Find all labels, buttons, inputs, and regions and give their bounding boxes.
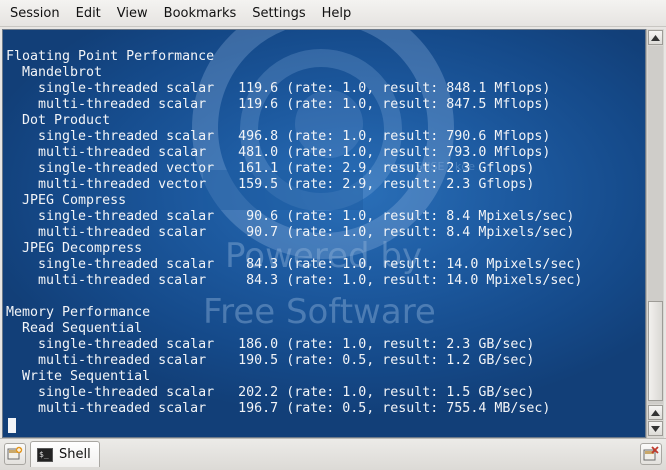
terminal-line: single-threaded scalar 90.6 (rate: 1.0, … [6,209,575,224]
scroll-up-button[interactable] [648,30,663,45]
terminal-line: multi-threaded scalar 190.5 (rate: 0.5, … [6,353,535,368]
new-tab-button[interactable] [4,443,26,465]
arrow-down-icon [651,425,660,432]
terminal-line: multi-threaded scalar 119.6 (rate: 1.0, … [6,97,551,112]
menu-settings[interactable]: Settings [244,0,313,27]
tab-shell[interactable]: $_ Shell [30,441,100,467]
terminal-line: single-threaded scalar 84.3 (rate: 1.0, … [6,257,583,272]
terminal-line: single-threaded vector 161.1 (rate: 2.9,… [6,161,535,176]
menu-help[interactable]: Help [314,0,360,27]
menu-edit[interactable]: Edit [68,0,109,27]
terminal-line: Read Sequential [6,321,143,336]
tab-bar: $_ Shell [0,438,666,470]
terminal-line: single-threaded scalar 186.0 (rate: 1.0,… [6,337,535,352]
menubar: Session Edit View Bookmarks Settings Hel… [0,0,666,27]
terminal-line: Dot Product [6,113,111,128]
terminal-line: multi-threaded scalar 84.3 (rate: 1.0, r… [6,273,583,288]
scroll-track[interactable] [648,46,663,404]
terminal-line: single-threaded scalar 119.6 (rate: 1.0,… [6,81,551,96]
terminal-line: Floating Point Performance [6,49,215,64]
terminal-line: multi-threaded vector 159.5 (rate: 2.9, … [6,177,535,192]
arrow-up-icon [651,409,660,416]
terminal-output: Floating Point Performance Mandelbrot si… [6,49,582,417]
new-tab-icon [7,446,23,460]
close-tab-icon [643,446,659,461]
terminal-line: JPEG Compress [6,193,127,208]
menu-session[interactable]: Session [2,0,68,27]
terminal-line: Write Sequential [6,369,151,384]
terminal-view[interactable]: openSUSE · kde Powered by Free Software … [2,29,646,438]
terminal-line: multi-threaded scalar 196.7 (rate: 0.5, … [6,401,551,416]
terminal-scrollbar[interactable] [646,29,664,438]
menu-view[interactable]: View [109,0,156,27]
scroll-down-button[interactable] [648,421,663,436]
tab-label: Shell [59,447,91,462]
terminal-icon: $_ [37,447,53,462]
terminal-line: Memory Performance [6,305,151,320]
terminal-line: multi-threaded scalar 481.0 (rate: 1.0, … [6,145,551,160]
menu-bookmarks[interactable]: Bookmarks [156,0,245,27]
terminal-line: single-threaded scalar 496.8 (rate: 1.0,… [6,129,551,144]
terminal-line: Mandelbrot [6,65,103,80]
terminal-line: multi-threaded scalar 90.7 (rate: 1.0, r… [6,225,575,240]
scroll-up-button-lower[interactable] [648,405,663,420]
close-tab-button[interactable] [640,443,662,465]
arrow-up-icon [651,34,660,41]
terminal-line: JPEG Decompress [6,241,143,256]
terminal-line: single-threaded scalar 202.2 (rate: 1.0,… [6,385,535,400]
terminal-cursor [8,418,16,433]
scroll-thumb[interactable] [648,301,663,401]
